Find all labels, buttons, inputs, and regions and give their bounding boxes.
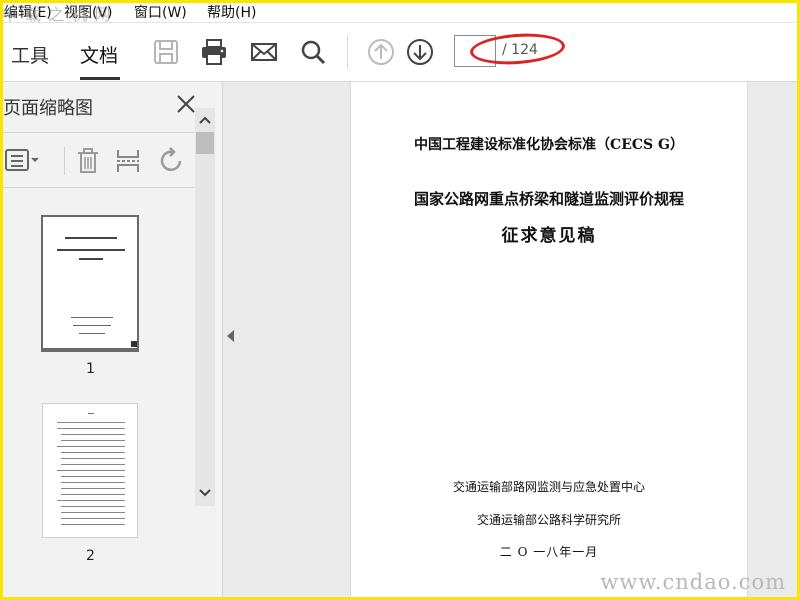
thumbnail-text-line	[61, 482, 125, 483]
thumbnail-text-line	[57, 446, 125, 447]
page-down-icon[interactable]	[406, 38, 434, 66]
thumbnail-text-line	[61, 476, 125, 477]
thumbnail-text-line	[61, 506, 125, 507]
thumbnail-corner-marker	[131, 341, 137, 347]
thumbnail-text-line	[61, 488, 125, 489]
document-title: 国家公路网重点桥梁和隧道监测评价规程	[413, 190, 684, 208]
thumbnail-text-line	[71, 317, 113, 318]
panel-toolbar-separator	[64, 147, 65, 175]
thumbnail-text-line	[88, 413, 94, 414]
tab-document[interactable]: 文档	[80, 41, 118, 68]
thumbnail-text-line	[61, 434, 125, 435]
thumbnail-text-line	[61, 440, 125, 441]
document-page: 中国工程建设标准化协会标准（CECS G） 国家公路网重点桥梁和隧道监测评价规程…	[350, 82, 748, 597]
thumbnail-text-line	[57, 422, 125, 423]
thumbnail-text-line	[79, 333, 105, 334]
watermark-top: 中 载 之 机 网	[2, 5, 112, 24]
scroll-up-icon[interactable]	[197, 113, 213, 127]
thumbnail-text-line	[61, 452, 125, 453]
print-icon[interactable]	[200, 38, 228, 66]
active-tab-indicator	[80, 77, 120, 80]
save-icon[interactable]	[152, 38, 180, 66]
thumbnail-text-line	[65, 237, 117, 239]
thumbnail-text-line	[73, 325, 111, 326]
page-up-icon[interactable]	[367, 38, 395, 66]
thumbnail-text-line	[57, 428, 125, 429]
scroll-down-icon[interactable]	[197, 486, 213, 500]
main-toolbar: 工具 文档 / 124	[0, 23, 800, 82]
panel-divider	[0, 187, 207, 188]
thumbnail-text-line	[61, 458, 125, 459]
search-icon[interactable]	[299, 38, 327, 66]
panel-toolbar	[0, 133, 208, 188]
tab-tools[interactable]: 工具	[11, 41, 49, 68]
collapse-panel-icon[interactable]	[227, 330, 234, 342]
scrollbar-thumb[interactable]	[196, 132, 214, 154]
menu-bar: 编辑(E) 视图(V) 窗口(W) 帮助(H)	[0, 0, 800, 23]
page-thumbnail-1[interactable]	[41, 215, 139, 352]
menu-window[interactable]: 窗口(W)	[134, 2, 187, 22]
thumbnail-scrollbar[interactable]	[195, 108, 215, 506]
thumbnail-text-line	[61, 524, 125, 525]
rotate-icon[interactable]	[158, 147, 186, 175]
thumbnail-text-line	[57, 249, 125, 251]
thumbnail-page-number: 1	[86, 361, 95, 377]
document-subtitle: 征求意见稿	[501, 226, 597, 246]
thumbnail-text-line	[79, 258, 103, 260]
panel-title: 页面缩略图	[3, 98, 93, 119]
thumbnail-page-number: 2	[86, 548, 95, 564]
watermark-bottom: www.cndao.com	[600, 570, 786, 594]
thumbnail-text-line	[57, 470, 125, 471]
extract-icon[interactable]	[115, 147, 141, 175]
thumbnail-text-line	[61, 494, 125, 495]
toolbar-separator	[347, 35, 348, 69]
page-thumbnail-2[interactable]	[42, 403, 138, 538]
document-date: 二 O 一八年一月	[499, 545, 599, 559]
thumbnail-text-line	[61, 518, 125, 519]
issuing-organization-2: 交通运输部公路科学研究所	[476, 513, 621, 527]
thumbnail-text-line	[57, 500, 125, 501]
thumbnail-text-line	[61, 464, 125, 465]
thumbnail-text-line	[61, 512, 125, 513]
standard-heading: 中国工程建设标准化协会标准（CECS G）	[414, 137, 684, 153]
menu-help[interactable]: 帮助(H)	[207, 2, 256, 22]
options-menu-icon[interactable]	[4, 147, 42, 173]
delete-icon[interactable]	[75, 147, 101, 175]
issuing-organization-1: 交通运输部路网监测与应急处置中心	[452, 480, 645, 494]
email-icon[interactable]	[250, 38, 278, 66]
